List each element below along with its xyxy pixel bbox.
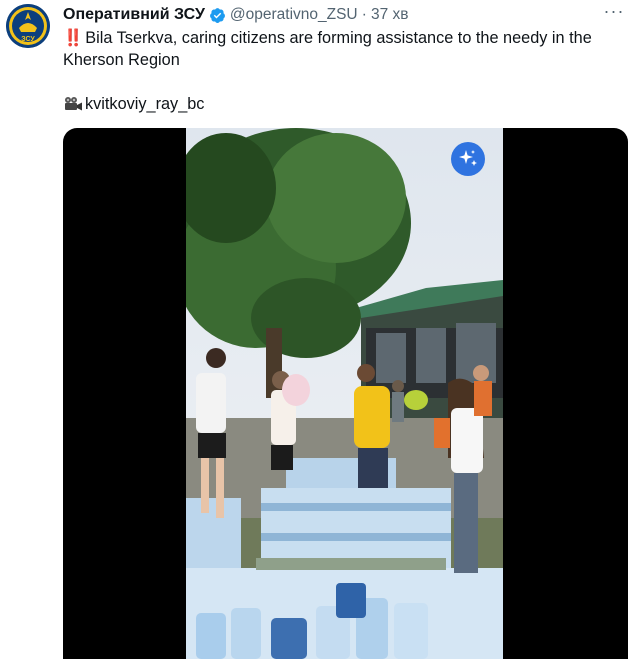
tweet-text-line-2: Kherson Region (63, 51, 180, 69)
avatar-text: ЗСУ (21, 36, 35, 43)
author-handle[interactable]: @operativno_ZSU (230, 6, 358, 24)
verified-badge-icon (209, 7, 225, 23)
video-credit: kvitkoviy_ray_bc (63, 93, 204, 115)
tweet-timestamp[interactable]: 37 хв (371, 6, 409, 24)
movie-camera-icon (65, 97, 82, 111)
separator-dot: · (361, 6, 367, 23)
tweet-text: ‼️ Bila Tserkva, caring citizens are form… (63, 27, 628, 71)
tweet-text-line-1: ‼️ Bila Tserkva, caring citizens are form… (63, 29, 592, 47)
video-frame (186, 128, 503, 659)
credit-handle[interactable]: kvitkoviy_ray_bc (85, 93, 204, 115)
tweet-header: Оперативний ЗСУ @operativno_ZSU · 37 хв (63, 4, 409, 26)
more-options-icon[interactable]: ··· (602, 2, 626, 24)
tweet-card[interactable]: ЗСУ Оперативний ЗСУ @operativno_ZSU · 37… (0, 0, 636, 659)
double-exclamation-emoji: ‼️ (63, 29, 83, 47)
video-player[interactable] (63, 128, 628, 659)
author-name[interactable]: Оперативний ЗСУ (63, 6, 205, 24)
avatar[interactable]: ЗСУ (6, 4, 50, 48)
sparkle-icon[interactable] (328, 142, 485, 176)
